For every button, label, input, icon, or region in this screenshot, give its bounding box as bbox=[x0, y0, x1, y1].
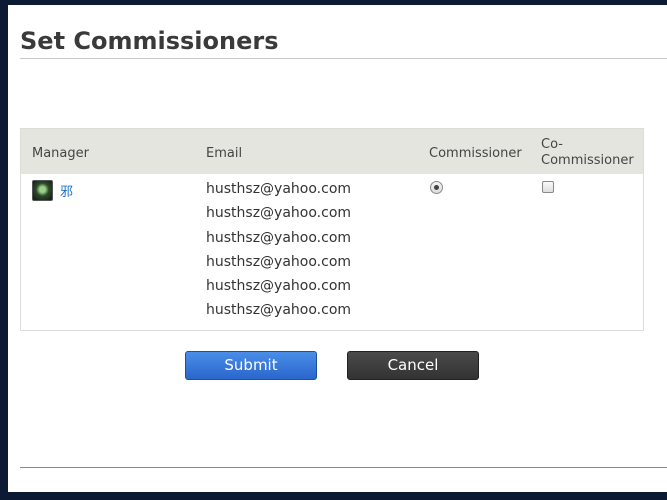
submit-button[interactable]: Submit bbox=[185, 351, 317, 380]
cancel-button[interactable]: Cancel bbox=[347, 351, 479, 380]
column-header-commissioner: Commissioner bbox=[429, 146, 522, 161]
footer-divider bbox=[20, 467, 667, 468]
email-value: husthsz@yahoo.com bbox=[206, 278, 352, 295]
column-header-email: Email bbox=[206, 146, 243, 161]
manager-name-link[interactable]: 邪 bbox=[60, 181, 73, 200]
co-commissioner-checkbox[interactable] bbox=[542, 181, 554, 193]
table-header: Manager Email Commissioner Co-Commission… bbox=[21, 129, 643, 174]
email-list: husthsz@yahoo.com husthsz@yahoo.com hust… bbox=[206, 181, 351, 327]
email-value: husthsz@yahoo.com bbox=[206, 181, 352, 197]
email-value: husthsz@yahoo.com bbox=[206, 253, 352, 270]
table-row-manager: 邪 bbox=[32, 180, 73, 201]
column-header-co-commissioner: Co-Commissioner bbox=[541, 137, 634, 168]
avatar bbox=[32, 180, 53, 201]
email-value: husthsz@yahoo.com bbox=[206, 302, 352, 319]
email-value: husthsz@yahoo.com bbox=[206, 205, 352, 222]
commissioner-radio[interactable] bbox=[430, 181, 443, 194]
title-divider bbox=[20, 58, 667, 59]
set-commissioners-dialog: Set Commissioners Manager Email Commissi… bbox=[8, 5, 667, 492]
page-title: Set Commissioners bbox=[20, 27, 279, 55]
commissioners-table: Manager Email Commissioner Co-Commission… bbox=[20, 128, 644, 331]
email-value: husthsz@yahoo.com bbox=[206, 229, 352, 246]
column-header-manager: Manager bbox=[32, 146, 89, 161]
